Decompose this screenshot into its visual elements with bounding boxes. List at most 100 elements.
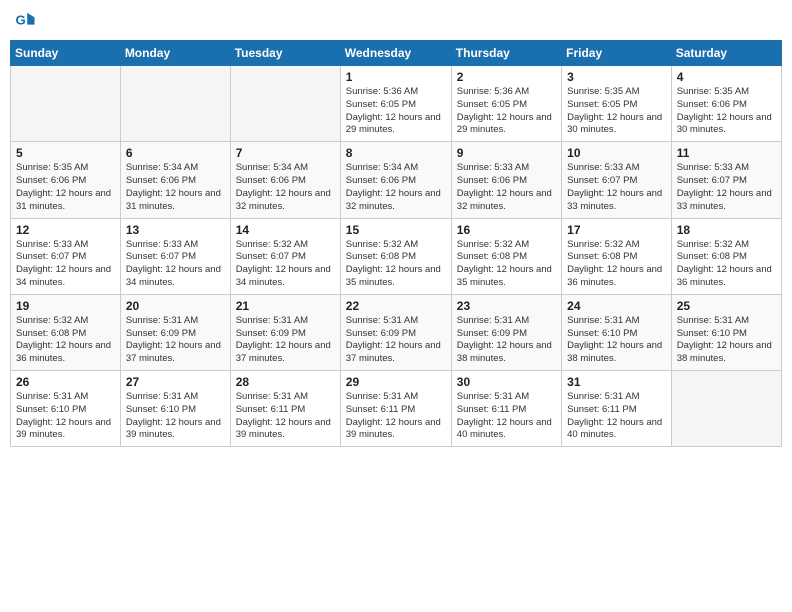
calendar-cell: 18 Sunrise: 5:32 AMSunset: 6:08 PMDayligh… <box>671 218 781 294</box>
calendar-table: SundayMondayTuesdayWednesdayThursdayFrid… <box>10 40 782 447</box>
day-info: Sunrise: 5:33 AMSunset: 6:07 PMDaylight:… <box>126 239 225 290</box>
day-info: Sunrise: 5:31 AMSunset: 6:11 PMDaylight:… <box>457 391 556 442</box>
calendar-cell <box>671 371 781 447</box>
day-number: 18 <box>677 223 776 237</box>
day-info: Sunrise: 5:33 AMSunset: 6:07 PMDaylight:… <box>567 162 666 213</box>
day-number: 16 <box>457 223 556 237</box>
calendar-cell: 11Sunrise: 5:33 AMSunset: 6:07 PMDayligh… <box>671 142 781 218</box>
calendar-week-1: 1 Sunrise: 5:36 AMSunset: 6:05 PMDaylight… <box>11 66 782 142</box>
calendar-cell: 15 Sunrise: 5:32 AMSunset: 6:08 PMDayligh… <box>340 218 451 294</box>
calendar-cell: 16 Sunrise: 5:32 AMSunset: 6:08 PMDayligh… <box>451 218 561 294</box>
day-number: 7 <box>236 146 335 160</box>
day-number: 13 <box>126 223 225 237</box>
day-number: 2 <box>457 70 556 84</box>
calendar-cell <box>230 66 340 142</box>
calendar-week-5: 26 Sunrise: 5:31 AMSunset: 6:10 PMDayligh… <box>11 371 782 447</box>
day-number: 28 <box>236 375 335 389</box>
day-info: Sunrise: 5:31 AMSunset: 6:11 PMDaylight:… <box>236 391 335 442</box>
day-info: Sunrise: 5:31 AMSunset: 6:09 PMDaylight:… <box>126 315 225 366</box>
day-number: 15 <box>346 223 446 237</box>
weekday-header-saturday: Saturday <box>671 41 781 66</box>
calendar-cell <box>120 66 230 142</box>
calendar-cell: 7 Sunrise: 5:34 AMSunset: 6:06 PMDaylight… <box>230 142 340 218</box>
day-info: Sunrise: 5:35 AMSunset: 6:06 PMDaylight:… <box>16 162 115 213</box>
calendar-cell: 28 Sunrise: 5:31 AMSunset: 6:11 PMDayligh… <box>230 371 340 447</box>
day-number: 14 <box>236 223 335 237</box>
day-info: Sunrise: 5:32 AMSunset: 6:08 PMDaylight:… <box>457 239 556 290</box>
calendar-cell: 2 Sunrise: 5:36 AMSunset: 6:05 PMDaylight… <box>451 66 561 142</box>
calendar-cell: 24 Sunrise: 5:31 AMSunset: 6:10 PMDayligh… <box>562 294 672 370</box>
calendar-cell: 22 Sunrise: 5:31 AMSunset: 6:09 PMDayligh… <box>340 294 451 370</box>
day-info: Sunrise: 5:34 AMSunset: 6:06 PMDaylight:… <box>236 162 335 213</box>
calendar-cell: 6 Sunrise: 5:34 AMSunset: 6:06 PMDaylight… <box>120 142 230 218</box>
day-info: Sunrise: 5:31 AMSunset: 6:09 PMDaylight:… <box>346 315 446 366</box>
day-number: 24 <box>567 299 666 313</box>
day-number: 3 <box>567 70 666 84</box>
day-number: 31 <box>567 375 666 389</box>
day-number: 12 <box>16 223 115 237</box>
day-number: 8 <box>346 146 446 160</box>
day-info: Sunrise: 5:36 AMSunset: 6:05 PMDaylight:… <box>457 86 556 137</box>
page-header: G <box>10 10 782 32</box>
logo-icon: G <box>14 10 36 32</box>
calendar-cell: 4 Sunrise: 5:35 AMSunset: 6:06 PMDaylight… <box>671 66 781 142</box>
day-number: 30 <box>457 375 556 389</box>
day-number: 25 <box>677 299 776 313</box>
day-number: 17 <box>567 223 666 237</box>
day-number: 9 <box>457 146 556 160</box>
calendar-cell: 26 Sunrise: 5:31 AMSunset: 6:10 PMDayligh… <box>11 371 121 447</box>
day-info: Sunrise: 5:32 AMSunset: 6:08 PMDaylight:… <box>677 239 776 290</box>
weekday-header-thursday: Thursday <box>451 41 561 66</box>
day-info: Sunrise: 5:33 AMSunset: 6:07 PMDaylight:… <box>16 239 115 290</box>
calendar-cell: 12 Sunrise: 5:33 AMSunset: 6:07 PMDayligh… <box>11 218 121 294</box>
weekday-header-tuesday: Tuesday <box>230 41 340 66</box>
calendar-cell: 29Sunrise: 5:31 AMSunset: 6:11 PMDayligh… <box>340 371 451 447</box>
weekday-header-friday: Friday <box>562 41 672 66</box>
calendar-week-3: 12 Sunrise: 5:33 AMSunset: 6:07 PMDayligh… <box>11 218 782 294</box>
day-info: Sunrise: 5:31 AMSunset: 6:10 PMDaylight:… <box>567 315 666 366</box>
day-number: 5 <box>16 146 115 160</box>
weekday-header-row: SundayMondayTuesdayWednesdayThursdayFrid… <box>11 41 782 66</box>
day-info: Sunrise: 5:31 AMSunset: 6:10 PMDaylight:… <box>126 391 225 442</box>
calendar-cell: 25 Sunrise: 5:31 AMSunset: 6:10 PMDayligh… <box>671 294 781 370</box>
day-number: 4 <box>677 70 776 84</box>
day-info: Sunrise: 5:32 AMSunset: 6:08 PMDaylight:… <box>346 239 446 290</box>
day-info: Sunrise: 5:31 AMSunset: 6:11 PMDaylight:… <box>567 391 666 442</box>
day-number: 10 <box>567 146 666 160</box>
day-info: Sunrise: 5:31 AMSunset: 6:09 PMDaylight:… <box>457 315 556 366</box>
calendar-cell: 21Sunrise: 5:31 AMSunset: 6:09 PMDayligh… <box>230 294 340 370</box>
calendar-cell: 1Sunrise: 5:36 AMSunset: 6:05 PMDaylight… <box>340 66 451 142</box>
day-info: Sunrise: 5:31 AMSunset: 6:10 PMDaylight:… <box>16 391 115 442</box>
calendar-cell: 27Sunrise: 5:31 AMSunset: 6:10 PMDayligh… <box>120 371 230 447</box>
day-info: Sunrise: 5:31 AMSunset: 6:09 PMDaylight:… <box>236 315 335 366</box>
weekday-header-monday: Monday <box>120 41 230 66</box>
calendar-cell: 14Sunrise: 5:32 AMSunset: 6:07 PMDayligh… <box>230 218 340 294</box>
weekday-header-wednesday: Wednesday <box>340 41 451 66</box>
day-number: 6 <box>126 146 225 160</box>
calendar-cell: 20Sunrise: 5:31 AMSunset: 6:09 PMDayligh… <box>120 294 230 370</box>
day-number: 19 <box>16 299 115 313</box>
calendar-cell: 19 Sunrise: 5:32 AMSunset: 6:08 PMDayligh… <box>11 294 121 370</box>
calendar-cell: 8 Sunrise: 5:34 AMSunset: 6:06 PMDaylight… <box>340 142 451 218</box>
day-info: Sunrise: 5:33 AMSunset: 6:06 PMDaylight:… <box>457 162 556 213</box>
calendar-cell <box>11 66 121 142</box>
day-number: 22 <box>346 299 446 313</box>
calendar-cell: 9 Sunrise: 5:33 AMSunset: 6:06 PMDaylight… <box>451 142 561 218</box>
day-info: Sunrise: 5:32 AMSunset: 6:08 PMDaylight:… <box>16 315 115 366</box>
day-info: Sunrise: 5:34 AMSunset: 6:06 PMDaylight:… <box>126 162 225 213</box>
svg-text:G: G <box>15 13 25 28</box>
calendar-cell: 3Sunrise: 5:35 AMSunset: 6:05 PMDaylight… <box>562 66 672 142</box>
day-info: Sunrise: 5:32 AMSunset: 6:08 PMDaylight:… <box>567 239 666 290</box>
day-number: 1 <box>346 70 446 84</box>
day-info: Sunrise: 5:31 AMSunset: 6:11 PMDaylight:… <box>346 391 446 442</box>
day-info: Sunrise: 5:34 AMSunset: 6:06 PMDaylight:… <box>346 162 446 213</box>
calendar-week-2: 5 Sunrise: 5:35 AMSunset: 6:06 PMDaylight… <box>11 142 782 218</box>
day-number: 26 <box>16 375 115 389</box>
day-info: Sunrise: 5:35 AMSunset: 6:06 PMDaylight:… <box>677 86 776 137</box>
calendar-cell: 13 Sunrise: 5:33 AMSunset: 6:07 PMDayligh… <box>120 218 230 294</box>
calendar-cell: 10 Sunrise: 5:33 AMSunset: 6:07 PMDayligh… <box>562 142 672 218</box>
day-number: 11 <box>677 146 776 160</box>
day-number: 23 <box>457 299 556 313</box>
calendar-cell: 23 Sunrise: 5:31 AMSunset: 6:09 PMDayligh… <box>451 294 561 370</box>
day-info: Sunrise: 5:31 AMSunset: 6:10 PMDaylight:… <box>677 315 776 366</box>
